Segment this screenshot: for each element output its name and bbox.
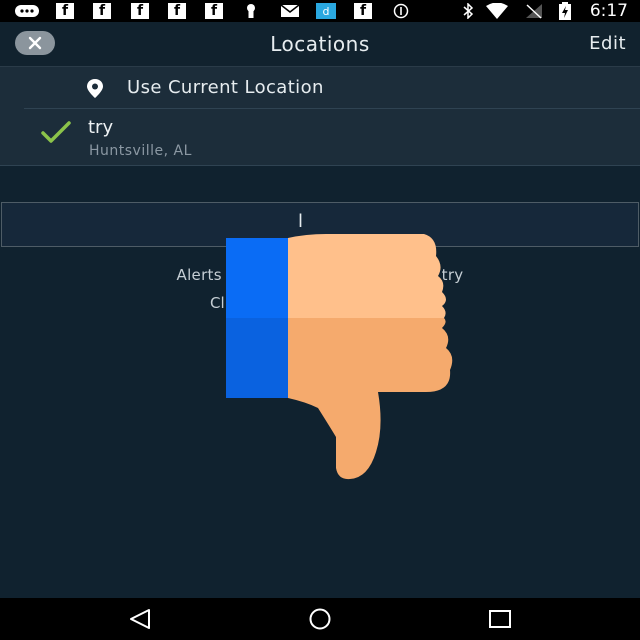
facebook-icon: f	[131, 3, 149, 19]
facebook-icon: f	[354, 3, 372, 19]
messenger-icon	[14, 3, 40, 19]
facebook-icon: f	[56, 3, 74, 19]
back-icon	[130, 609, 150, 629]
thumbs-down-icon	[226, 234, 453, 480]
facebook-icon: f	[168, 3, 186, 19]
alerts-info-text-2: Cl	[210, 294, 225, 312]
navigation-bar	[0, 598, 640, 640]
location-pin-icon	[87, 79, 103, 98]
home-button[interactable]	[300, 606, 340, 632]
location-name: try	[88, 117, 114, 138]
close-icon	[28, 36, 42, 50]
checkmark-icon	[41, 121, 71, 143]
recents-icon	[489, 610, 511, 628]
location-item[interactable]: try Huntsville, AL	[0, 109, 640, 166]
status-time: 6:17	[589, 1, 628, 21]
info-circle-icon	[392, 3, 410, 19]
wifi-icon	[484, 3, 510, 19]
mail-icon	[279, 3, 301, 19]
status-bar: f f f f f d f 6:17	[0, 0, 640, 22]
close-button[interactable]	[15, 31, 55, 55]
page-title: Locations	[270, 32, 370, 56]
keyhole-icon	[243, 3, 259, 19]
facebook-icon: f	[93, 3, 111, 19]
dropbox-icon: d	[316, 3, 336, 19]
app-header: Locations Edit	[0, 22, 640, 66]
battery-icon	[556, 2, 574, 20]
home-icon	[309, 608, 331, 630]
no-signal-icon	[524, 3, 544, 19]
use-current-location-row[interactable]: Use Current Location	[0, 67, 640, 108]
location-subtitle: Huntsville, AL	[89, 143, 192, 159]
add-location-label: l	[298, 211, 304, 232]
facebook-icon: f	[205, 3, 223, 19]
bluetooth-icon	[460, 3, 476, 19]
edit-button[interactable]: Edit	[589, 22, 626, 66]
locations-list: Use Current Location try Huntsville, AL	[0, 66, 640, 166]
back-button[interactable]	[120, 606, 160, 632]
recents-button[interactable]	[480, 606, 520, 632]
svg-text:d: d	[323, 5, 330, 18]
use-current-location-label: Use Current Location	[127, 77, 324, 98]
locations-screen: Locations Edit Use Current Location try …	[0, 22, 640, 598]
